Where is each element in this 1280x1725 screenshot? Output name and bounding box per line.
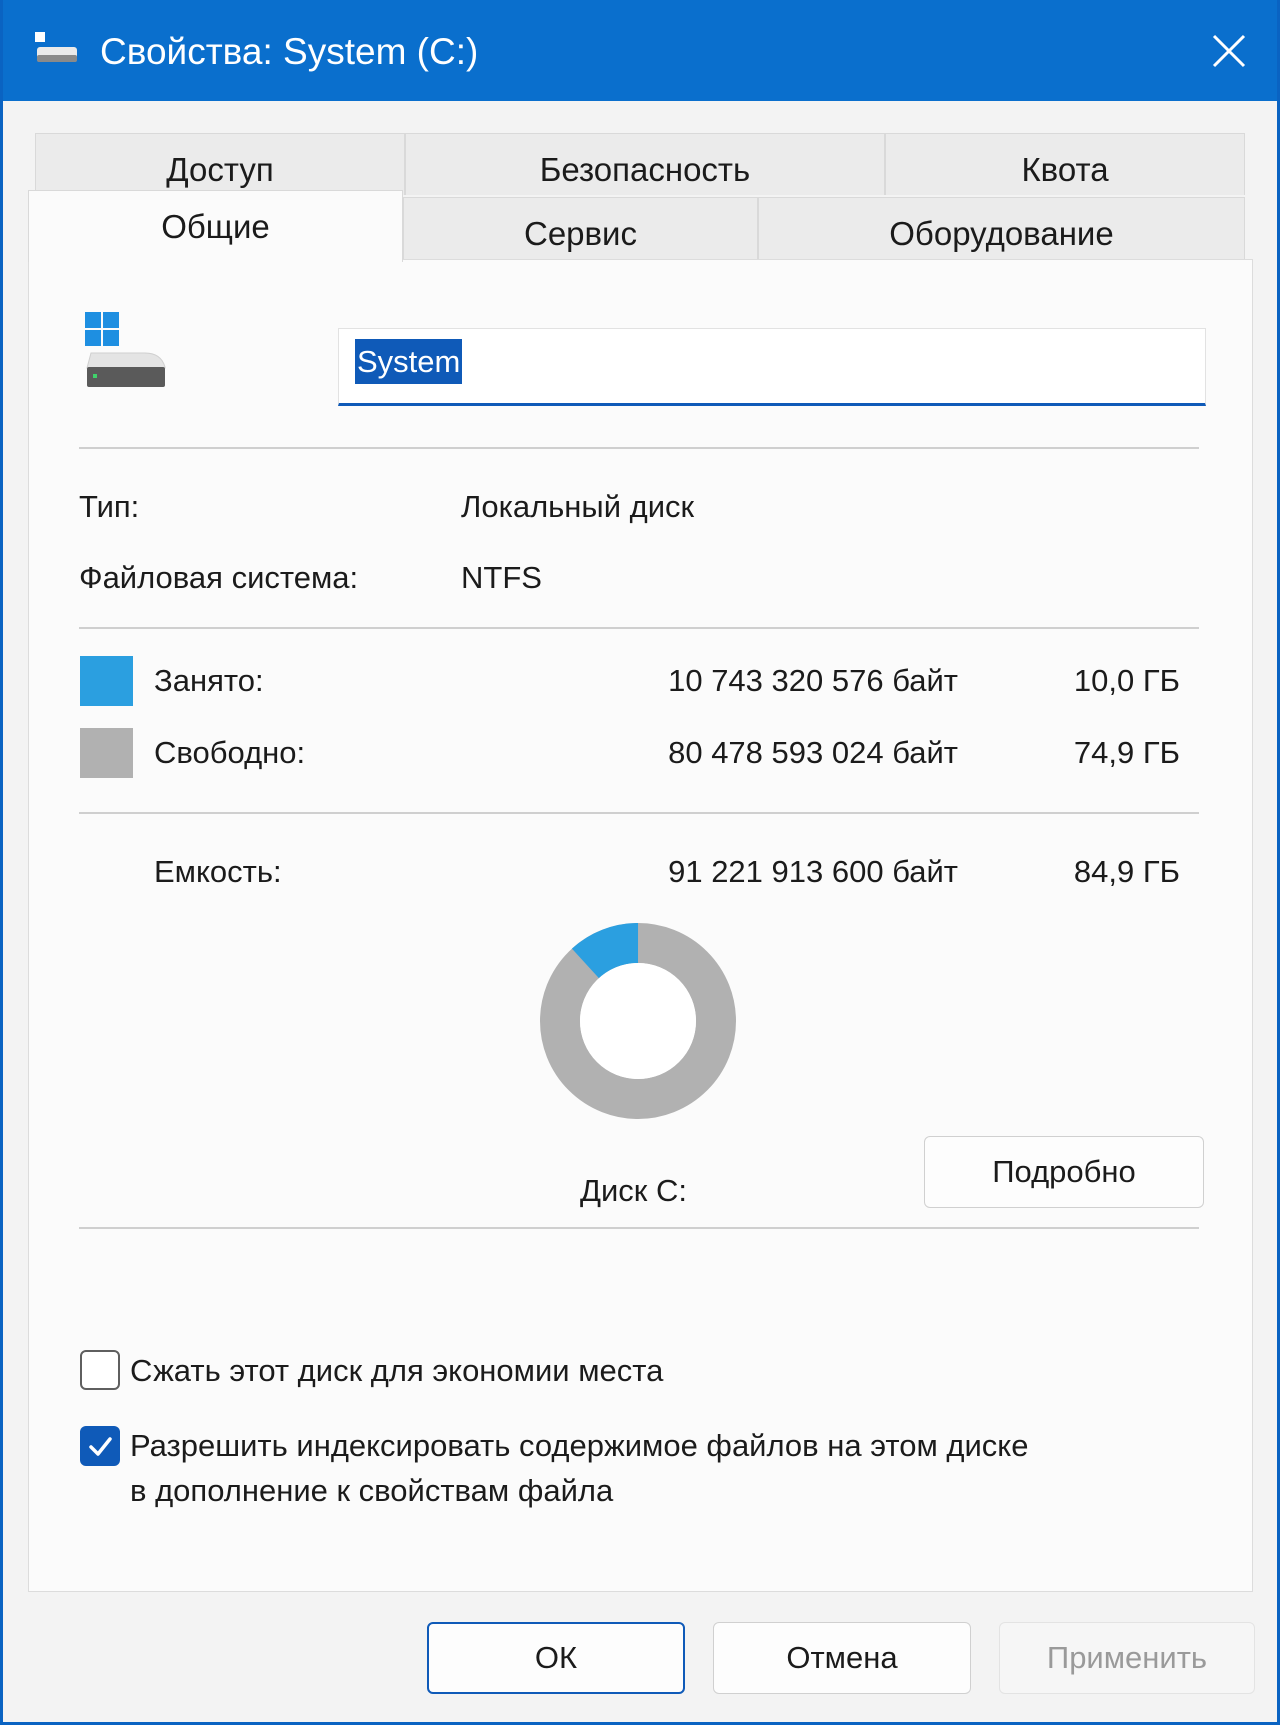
compress-checkbox[interactable]	[80, 1350, 120, 1390]
properties-window: Свойства: System (C:) Доступ Безопасност…	[0, 0, 1280, 1725]
drive-name-selection: System	[355, 339, 463, 384]
divider	[79, 812, 1199, 814]
used-space-swatch	[80, 656, 133, 706]
index-label-line1[interactable]: Разрешить индексировать содержимое файло…	[130, 1427, 1028, 1465]
index-label-line2[interactable]: в дополнение к свойствам файла	[130, 1472, 613, 1510]
divider	[79, 447, 1199, 449]
capacity-bytes: 91 221 913 600 байт	[668, 854, 958, 889]
drive-name-input[interactable]	[338, 328, 1206, 406]
checkmark-icon	[89, 1437, 112, 1456]
filesystem-value: NTFS	[461, 560, 542, 595]
cancel-button[interactable]: Отмена	[713, 1622, 971, 1694]
capacity-label: Емкость:	[154, 854, 282, 889]
compress-label[interactable]: Сжать этот диск для экономии места	[130, 1352, 663, 1390]
free-space-swatch	[80, 728, 133, 778]
used-size: 10,0 ГБ	[1073, 663, 1180, 698]
divider	[79, 627, 1199, 629]
disk-usage-donut	[540, 923, 736, 1119]
ok-button[interactable]: ОК	[427, 1622, 685, 1694]
windows-drive-icon	[85, 312, 166, 387]
capacity-size: 84,9 ГБ	[1073, 854, 1180, 889]
divider	[79, 1227, 1199, 1229]
apply-button[interactable]: Применить	[999, 1622, 1255, 1694]
type-value: Локальный диск	[461, 489, 695, 524]
used-bytes: 10 743 320 576 байт	[668, 663, 958, 698]
disk-label: Диск C:	[580, 1173, 687, 1208]
free-bytes: 80 478 593 024 байт	[668, 735, 958, 770]
type-label: Тип:	[79, 489, 140, 524]
used-label: Занято:	[154, 663, 264, 698]
filesystem-label: Файловая система:	[79, 560, 359, 595]
details-button[interactable]: Подробно	[924, 1136, 1204, 1208]
free-label: Свободно:	[154, 735, 306, 770]
free-size: 74,9 ГБ	[1073, 735, 1180, 770]
index-checkbox[interactable]	[80, 1426, 120, 1466]
